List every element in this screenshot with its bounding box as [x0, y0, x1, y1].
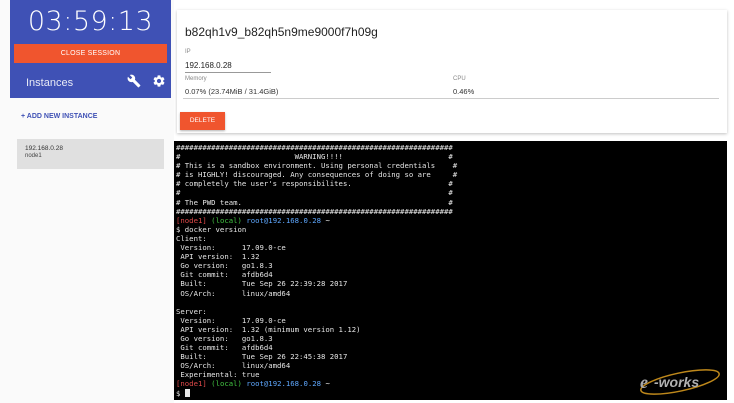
- ip-label: IP: [185, 49, 191, 55]
- terminal-line: # WARNING!!!! #: [176, 152, 453, 162]
- svg-text:-works: -works: [654, 374, 699, 390]
- prompt-node: [node1]: [176, 379, 207, 389]
- terminal-line: API version: 1.32: [176, 252, 260, 262]
- terminal-line: Version: 17.09.0-ce: [176, 315, 286, 325]
- terminal-line: Git commit: afdb6d4: [176, 270, 273, 280]
- terminal-line: Go version: go1.8.3: [176, 333, 273, 343]
- instance-name: node1: [25, 153, 42, 159]
- terminal-line: Built: Tue Sep 26 22:39:28 2017: [176, 279, 348, 289]
- prompt-local: (local): [211, 215, 242, 225]
- terminal-line: OS/Arch: linux/amd64: [176, 288, 291, 298]
- cpu-value: 0.46%: [453, 87, 475, 96]
- cpu-label: CPU: [453, 76, 466, 82]
- gear-icon[interactable]: [152, 74, 166, 88]
- session-timer: 03:59:13: [27, 6, 154, 37]
- terminal-line: Git commit: afdb6d4: [176, 343, 273, 353]
- terminal-command: $ docker version: [176, 224, 247, 234]
- terminal-line: # #: [176, 188, 453, 198]
- instances-heading: Instances: [26, 77, 74, 89]
- terminal[interactable]: ########################################…: [174, 141, 727, 400]
- wrench-icon[interactable]: [127, 74, 141, 88]
- delete-instance-button[interactable]: DELETE: [180, 112, 225, 130]
- divider: [183, 98, 719, 99]
- prompt-user: root@192.168.0.28: [246, 215, 322, 225]
- prompt-dir: ~: [325, 215, 330, 225]
- prompt-local: (local): [211, 379, 242, 389]
- svg-text:e: e: [640, 372, 648, 392]
- prompt-user: root@192.168.0.28: [246, 379, 322, 389]
- terminal-line: API version: 1.32 (minimum version 1.12): [176, 324, 361, 334]
- instance-info-card: b82qh1v9_b82qh5n9me9000f7h09g IP Memory …: [177, 10, 727, 133]
- instance-ip: 192.168.0.28: [25, 145, 63, 152]
- terminal-line: Built: Tue Sep 26 22:45:38 2017: [176, 352, 348, 362]
- instance-list-item[interactable]: 192.168.0.28 node1: [17, 139, 164, 169]
- ip-field[interactable]: [185, 59, 271, 73]
- terminal-line: # This is a sandbox environment. Using p…: [176, 161, 458, 171]
- session-id-title: b82qh1v9_b82qh5n9me9000f7h09g: [185, 25, 378, 39]
- terminal-output: Client: Version: 17.09.0-ce API version:…: [176, 234, 727, 380]
- memory-value: 0.07% (23.74MiB / 31.4GiB): [185, 87, 279, 96]
- memory-label: Memory: [185, 76, 207, 82]
- prompt-node: [node1]: [176, 215, 207, 225]
- session-header: 03:59:13 CLOSE SESSION Instances: [10, 0, 171, 98]
- sidebar: 03:59:13 CLOSE SESSION Instances + ADD N…: [0, 0, 174, 403]
- terminal-line: Version: 17.09.0-ce: [176, 243, 286, 253]
- terminal-prompt: [node1] (local) root@192.168.0.28 ~: [176, 216, 727, 225]
- terminal-line: # is HIGHLY! discouraged. Any consequenc…: [176, 170, 458, 180]
- terminal-banner: ########################################…: [176, 143, 727, 216]
- add-new-instance-link[interactable]: + ADD NEW INSTANCE: [21, 113, 97, 120]
- terminal-line: # The PWD team. #: [176, 197, 453, 207]
- prompt-symbol: $: [176, 388, 181, 398]
- e-works-watermark-logo: e -works: [640, 369, 720, 395]
- terminal-line: ########################################…: [176, 206, 453, 216]
- terminal-line: Go version: go1.8.3: [176, 261, 273, 271]
- terminal-line: Client:: [176, 233, 207, 243]
- terminal-cursor: [184, 388, 190, 397]
- terminal-line: Server:: [176, 306, 207, 316]
- prompt-dir: ~: [325, 379, 330, 389]
- terminal-line: # completely the user's responsibilites.…: [176, 179, 453, 189]
- close-session-button[interactable]: CLOSE SESSION: [14, 44, 167, 63]
- terminal-line: ########################################…: [176, 143, 453, 152]
